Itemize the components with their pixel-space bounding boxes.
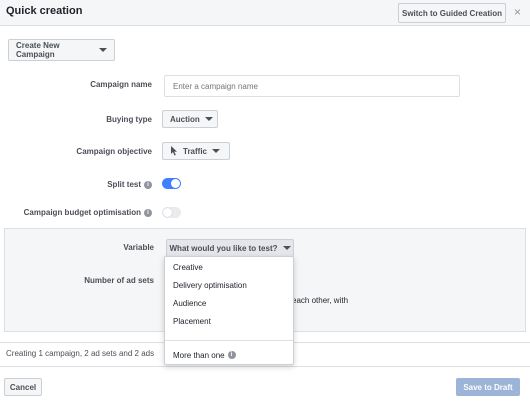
creation-summary: Creating 1 campaign, 2 ad sets and 2 ads bbox=[6, 349, 155, 358]
caret-down-icon bbox=[282, 246, 291, 250]
caret-down-icon bbox=[212, 149, 221, 153]
buying-type-label: Buying type bbox=[106, 115, 152, 124]
campaign-objective-value: Traffic bbox=[183, 146, 208, 156]
budget-optimisation-label: Campaign budget optimisation i bbox=[10, 208, 152, 217]
cancel-button[interactable]: Cancel bbox=[4, 378, 42, 396]
menu-divider bbox=[165, 340, 293, 341]
split-test-toggle[interactable] bbox=[162, 178, 181, 189]
variable-placeholder: What would you like to test? bbox=[169, 243, 278, 253]
campaign-name-label: Campaign name bbox=[90, 80, 152, 89]
toggle-knob bbox=[163, 208, 172, 217]
info-icon[interactable]: i bbox=[144, 208, 152, 217]
budget-optimisation-toggle[interactable] bbox=[162, 207, 181, 218]
menu-item-placement[interactable]: Placement bbox=[165, 313, 293, 329]
info-icon[interactable]: i bbox=[227, 351, 236, 359]
campaign-objective-dropdown[interactable]: Traffic bbox=[162, 142, 230, 160]
campaign-objective-label: Campaign objective bbox=[76, 147, 152, 156]
menu-item-creative[interactable]: Creative bbox=[165, 259, 293, 275]
ad-sets-label: Number of ad sets bbox=[84, 276, 154, 285]
split-test-label: Split test i bbox=[40, 180, 152, 189]
panel-description-text: each other, with bbox=[292, 296, 349, 305]
save-draft-button[interactable]: Save to Draft bbox=[456, 378, 520, 396]
menu-item-more-than-one[interactable]: More than one i bbox=[165, 347, 293, 363]
close-icon[interactable]: × bbox=[514, 6, 521, 18]
dialog-title: Quick creation bbox=[6, 5, 83, 17]
variable-label: Variable bbox=[123, 243, 154, 252]
campaign-name-input[interactable] bbox=[164, 75, 460, 97]
create-campaign-label: Create New Campaign bbox=[16, 41, 60, 59]
create-campaign-dropdown[interactable]: Create New Campaign bbox=[8, 39, 115, 61]
menu-item-delivery-optimisation[interactable]: Delivery optimisation bbox=[165, 277, 293, 293]
cursor-icon bbox=[171, 146, 177, 156]
switch-guided-button[interactable]: Switch to Guided Creation bbox=[398, 3, 506, 23]
caret-down-icon bbox=[99, 48, 107, 52]
split-test-label-text: Split test bbox=[107, 180, 141, 189]
divider bbox=[0, 366, 530, 367]
info-icon[interactable]: i bbox=[144, 180, 152, 189]
budget-optimisation-label-text: Campaign budget optimisation bbox=[23, 208, 141, 217]
toggle-knob bbox=[171, 179, 180, 188]
more-than-one-label: More than one bbox=[173, 350, 225, 360]
variable-menu: Creative Delivery optimisation Audience … bbox=[164, 256, 294, 365]
caret-down-icon bbox=[204, 117, 213, 121]
menu-item-audience[interactable]: Audience bbox=[165, 295, 293, 311]
buying-type-dropdown[interactable]: Auction bbox=[162, 110, 218, 128]
variable-dropdown[interactable]: What would you like to test? bbox=[166, 239, 294, 257]
buying-type-value: Auction bbox=[170, 114, 200, 124]
dialog-header: Quick creation Switch to Guided Creation… bbox=[0, 0, 530, 26]
